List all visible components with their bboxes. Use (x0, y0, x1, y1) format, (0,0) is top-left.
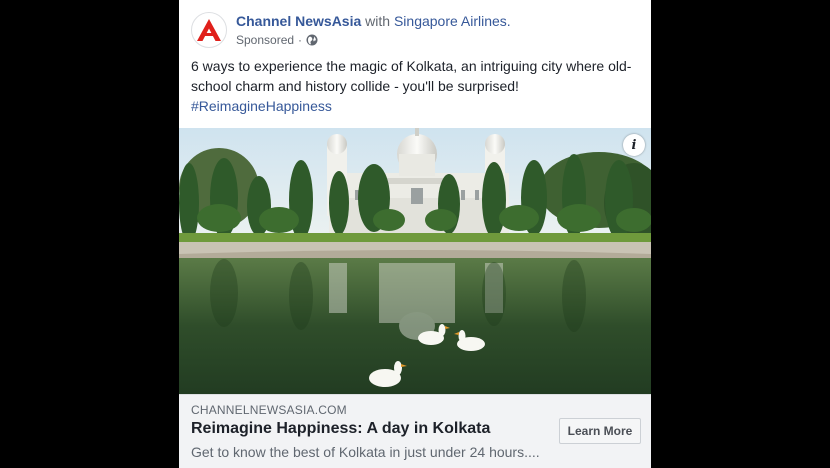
post-image[interactable]: i (179, 128, 651, 394)
link-domain: CHANNELNEWSASIA.COM (191, 403, 347, 417)
globe-icon[interactable] (306, 34, 318, 46)
hashtag-link[interactable]: #ReimagineHappiness (191, 98, 332, 114)
link-preview[interactable]: CHANNELNEWSASIA.COM Reimagine Happiness:… (179, 394, 651, 468)
link-title[interactable]: Reimagine Happiness: A day in Kolkata (191, 420, 490, 438)
meta-separator: · (298, 33, 303, 47)
with-word: with (365, 13, 391, 29)
link-description: Get to know the best of Kolkata in just … (191, 444, 540, 460)
learn-more-button[interactable]: Learn More (559, 418, 641, 444)
sponsored-post-card: Channel NewsAsia with Singapore Airlines… (179, 0, 651, 468)
post-message-text: 6 ways to experience the magic of Kolkat… (191, 58, 632, 94)
cna-logo-icon (197, 19, 221, 41)
page-name-link[interactable]: Channel NewsAsia (236, 13, 361, 29)
author-line: Channel NewsAsia with Singapore Airlines… (236, 13, 511, 29)
post-header: Channel NewsAsia with Singapore Airlines… (179, 0, 651, 54)
info-icon[interactable]: i (623, 134, 645, 156)
post-meta: Sponsored · (236, 33, 318, 47)
kolkata-victoria-memorial-photo (179, 128, 651, 394)
sponsored-label[interactable]: Sponsored (236, 33, 294, 47)
post-message: 6 ways to experience the magic of Kolkat… (191, 56, 643, 116)
avatar[interactable] (191, 12, 227, 48)
partner-name-link[interactable]: Singapore Airlines. (394, 13, 511, 29)
